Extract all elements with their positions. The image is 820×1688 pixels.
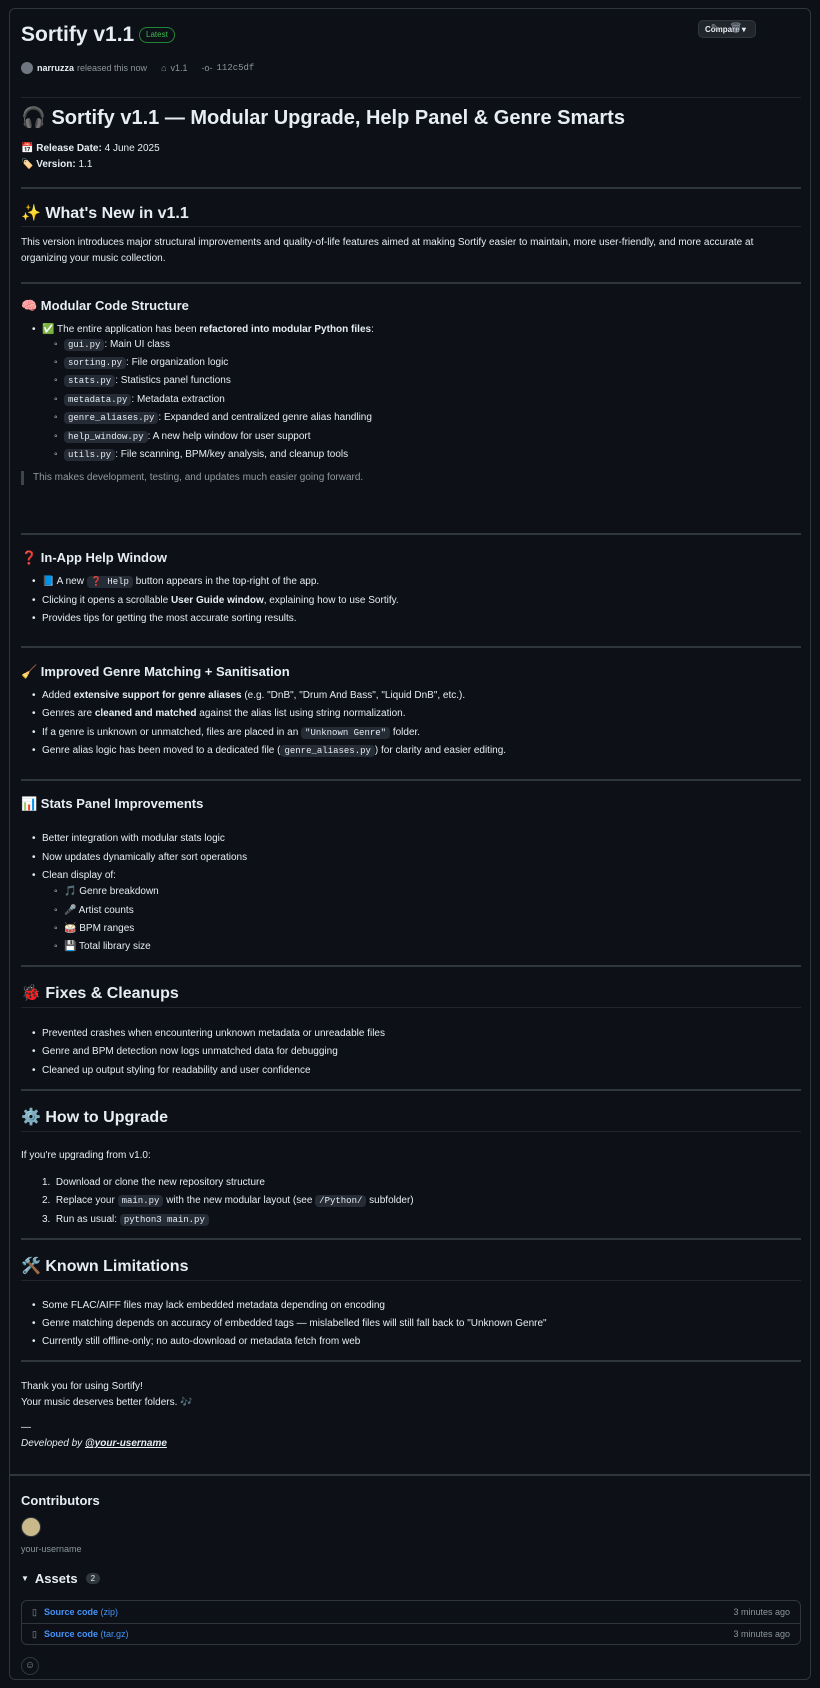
list-item: Cleaned up output styling for readabilit… xyxy=(32,1064,310,1078)
list-item: If a genre is unknown or unmatched, file… xyxy=(32,726,420,740)
smiley-icon[interactable]: ☺ xyxy=(21,1657,39,1675)
list-item: 🥁 BPM ranges xyxy=(54,922,134,936)
divider xyxy=(21,1280,801,1281)
list-item: utils.py: File scanning, BPM/key analysi… xyxy=(54,448,348,462)
contributors-heading: Contributors xyxy=(21,1493,100,1508)
released-text: released this now xyxy=(77,63,148,73)
caret-down-icon: ▼ xyxy=(21,1574,29,1583)
list-item: Currently still offline-only; no auto-do… xyxy=(32,1335,360,1349)
list-item: Provides tips for getting the most accur… xyxy=(32,612,297,626)
assets-count: 2 xyxy=(85,1573,101,1584)
asset-link: Source code (tar.gz) xyxy=(44,1629,129,1639)
section-heading: ❓ In-App Help Window xyxy=(21,550,168,565)
divider xyxy=(21,282,801,284)
contributor-avatar[interactable] xyxy=(21,1517,41,1537)
list-item: Better integration with modular stats lo… xyxy=(32,832,225,846)
divider xyxy=(21,533,801,535)
asset-row[interactable]: ▯ Source code (zip) 3 minutes ago xyxy=(22,1601,800,1623)
list-item: metadata.py: Metadata extraction xyxy=(54,393,225,407)
zip-icon: ▯ xyxy=(32,1629,37,1639)
section-heading: ⚙️ How to Upgrade xyxy=(21,1109,169,1126)
asset-link: Source code (zip) xyxy=(44,1607,119,1617)
commit-icon: -o- xyxy=(201,63,213,73)
release-card: Sortify v1.1 Latest Compare ▾ ✎ 🗑 narruz… xyxy=(9,8,811,1680)
music-text: Your music deserves better folders. 🎶 xyxy=(21,1397,193,1408)
list-item: 3. Run as usual: python3 main.py xyxy=(42,1213,209,1227)
list-item: Genre alias logic has been moved to a de… xyxy=(32,744,506,758)
release-meta: narruzza released this now ⌂ v1.1 -o- 11… xyxy=(21,62,254,74)
asset-row[interactable]: ▯ Source code (tar.gz) 3 minutes ago xyxy=(22,1623,800,1645)
avatar[interactable] xyxy=(21,62,33,74)
list-item: Genre and BPM detection now logs unmatch… xyxy=(32,1045,338,1059)
developed-by: Developed by @your-username xyxy=(21,1438,167,1449)
list-item: sorting.py: File organization logic xyxy=(54,356,228,370)
section-heading: 🧹 Improved Genre Matching + Sanitisation xyxy=(21,664,290,679)
latest-badge: Latest xyxy=(139,27,175,43)
divider xyxy=(21,965,801,967)
upgrade-intro: If you're upgrading from v1.0: xyxy=(21,1150,151,1161)
list-item: genre_aliases.py: Expanded and centraliz… xyxy=(54,411,372,425)
release-title[interactable]: Sortify v1.1 xyxy=(21,23,134,47)
section-heading: ✨ What's New in v1.1 xyxy=(21,205,189,222)
contributor-name[interactable]: your-username xyxy=(21,1544,82,1554)
list-item: stats.py: Statistics panel functions xyxy=(54,374,231,388)
thanks-text: Thank you for using Sortify! xyxy=(21,1381,143,1392)
author-link[interactable]: narruzza xyxy=(37,63,74,73)
list-item: help_window.py: A new help window for us… xyxy=(54,430,310,444)
section-heading: 🛠️ Known Limitations xyxy=(21,1258,189,1275)
tag-icon: ⌂ xyxy=(161,63,167,73)
list-item: gui.py: Main UI class xyxy=(54,338,170,352)
divider xyxy=(10,1474,810,1476)
whats-new-body: This version introduces major structural… xyxy=(21,237,754,264)
tag-link[interactable]: v1.1 xyxy=(171,63,188,73)
commit-link[interactable]: 112c5df xyxy=(217,63,255,73)
list-item: Genres are cleaned and matched against t… xyxy=(32,707,406,721)
list-item: Genre matching depends on accuracy of em… xyxy=(32,1317,547,1331)
dash: — xyxy=(21,1422,31,1433)
divider xyxy=(21,1238,801,1240)
divider xyxy=(21,97,801,98)
list-item: Some FLAC/AIFF files may lack embedded m… xyxy=(32,1299,385,1313)
list-item: Clicking it opens a scrollable User Guid… xyxy=(32,594,399,608)
list-item: 🎤 Artist counts xyxy=(54,904,134,918)
section-heading: 📊 Stats Panel Improvements xyxy=(21,796,204,811)
developer-link[interactable]: @your-username xyxy=(85,1438,167,1449)
assets-heading: Assets xyxy=(34,1571,78,1586)
assets-list: ▯ Source code (zip) 3 minutes ago ▯ Sour… xyxy=(21,1600,801,1645)
divider xyxy=(21,1007,801,1008)
section-heading: 🧠 Modular Code Structure xyxy=(21,298,189,313)
release-heading: 🎧 Sortify v1.1 — Modular Upgrade, Help P… xyxy=(21,107,625,129)
list-item: 📘 A new ❓ Help button appears in the top… xyxy=(32,575,319,589)
zip-icon: ▯ xyxy=(32,1607,37,1617)
divider xyxy=(21,1360,801,1362)
divider xyxy=(21,187,801,189)
list-item: Prevented crashes when encountering unkn… xyxy=(32,1027,385,1041)
list-item: ✅ The entire application has been refact… xyxy=(32,323,374,337)
release-date: 📅 Release Date: 4 June 2025 xyxy=(21,143,160,154)
list-item: 💾 Total library size xyxy=(54,940,151,954)
list-item: 🎵 Genre breakdown xyxy=(54,885,159,899)
section-heading: 🐞 Fixes & Cleanups xyxy=(21,985,179,1002)
list-item: Clean display of: xyxy=(32,869,116,883)
trash-icon[interactable]: 🗑 xyxy=(728,21,744,37)
divider xyxy=(21,1131,801,1132)
assets-toggle[interactable]: ▼ Assets 2 xyxy=(21,1571,101,1586)
divider xyxy=(21,646,801,648)
edit-icon[interactable]: ✎ xyxy=(707,21,723,37)
asset-time: 3 minutes ago xyxy=(733,1607,790,1617)
blockquote: This makes development, testing, and upd… xyxy=(21,471,363,485)
list-item: 1. Download or clone the new repository … xyxy=(42,1177,265,1188)
list-item: Added extensive support for genre aliase… xyxy=(32,689,465,703)
divider xyxy=(21,226,801,227)
divider xyxy=(21,779,801,781)
list-item: 2. Replace your main.py with the new mod… xyxy=(42,1195,414,1207)
list-item: Now updates dynamically after sort opera… xyxy=(32,851,247,865)
version-line: 🏷️ Version: 1.1 xyxy=(21,159,93,170)
divider xyxy=(21,1089,801,1091)
asset-time: 3 minutes ago xyxy=(733,1629,790,1639)
